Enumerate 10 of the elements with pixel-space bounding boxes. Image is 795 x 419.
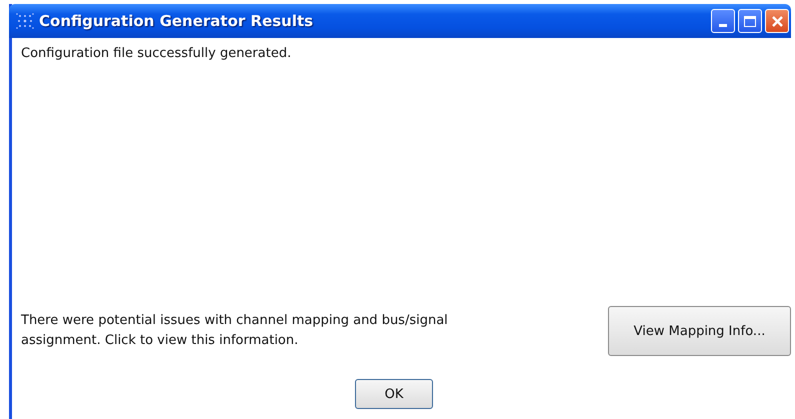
window-title: Configuration Generator Results — [39, 12, 314, 30]
view-mapping-button[interactable]: View Mapping Info... — [608, 306, 791, 356]
minimize-button[interactable] — [711, 9, 735, 33]
notice-text: There were potential issues with channel mapping and bus/signal assignment. Click to view this information. — [21, 312, 449, 350]
close-button[interactable] — [765, 9, 789, 33]
sparkle-icon — [15, 12, 35, 30]
ok-button[interactable]: OK — [355, 379, 433, 409]
maximize-button[interactable] — [738, 9, 762, 33]
close-icon — [770, 14, 784, 28]
status-message: Configuration file successfully generated. — [21, 46, 292, 61]
